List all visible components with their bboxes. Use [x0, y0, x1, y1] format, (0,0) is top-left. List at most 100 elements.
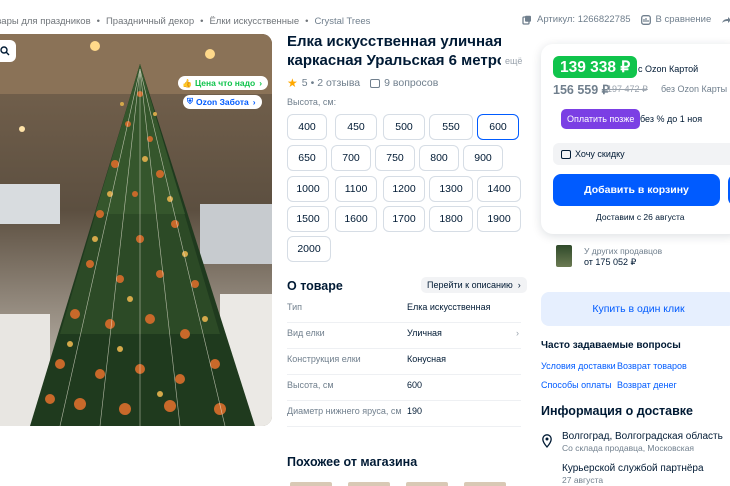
other-sellers-label: У других продавцов	[584, 246, 663, 256]
product-title-line1: Елка искусственная уличная	[287, 33, 501, 50]
height-label: Высота, см:	[287, 97, 337, 107]
spec-row[interactable]: Вид елки Уличная ›	[287, 323, 521, 349]
breadcrumb-link[interactable]: Ёлки искусственные	[209, 16, 299, 27]
height-option-1000[interactable]: 1000	[287, 176, 329, 202]
spec-row: Диаметр нижнего яруса, см 190	[287, 401, 521, 427]
spec-value: Елка искусственная	[407, 302, 491, 312]
height-option-1400[interactable]: 1400	[477, 176, 521, 202]
product-photo[interactable]: 👍 Цена что надо › ⛨ Ozon Забота ›	[0, 34, 272, 426]
price-old: 197 472 ₽	[607, 84, 648, 94]
similar-heading: Похожее от магазина	[287, 455, 418, 469]
zoom-button[interactable]	[0, 40, 16, 62]
height-option-2000[interactable]: 2000	[287, 236, 331, 262]
height-option-450[interactable]: 450	[335, 114, 377, 140]
delivery-city[interactable]: Волгоград, Волгоградская область	[562, 431, 723, 442]
similar-product-thumb[interactable]	[348, 482, 390, 486]
similar-product-thumb[interactable]	[464, 482, 506, 486]
spec-key: Вид елки	[287, 328, 325, 338]
compare-button[interactable]: В сравнение	[640, 14, 712, 25]
similar-product-thumb[interactable]	[406, 482, 448, 486]
badge-good-price[interactable]: 👍 Цена что надо ›	[178, 76, 269, 90]
height-option-1600[interactable]: 1600	[335, 206, 377, 232]
reviews-link[interactable]: 2 отзыва	[317, 77, 360, 89]
product-title-line2: каркасная Уральская 6 метров	[287, 52, 501, 69]
breadcrumb-link[interactable]: Праздничный декор	[106, 16, 194, 27]
breadcrumb-link[interactable]: Товары для праздников	[0, 16, 91, 27]
badge-ozon-care-label: Ozon Забота	[196, 97, 249, 107]
chat-icon	[561, 149, 571, 159]
height-option-1800[interactable]: 1800	[429, 206, 473, 232]
spec-row: Конструкция елки Конусная	[287, 349, 521, 375]
share-icon	[722, 16, 730, 23]
spec-value: 600	[407, 380, 423, 390]
faq-link-returns[interactable]: Возврат товаров	[617, 361, 687, 371]
chevron-right-icon: ›	[259, 78, 263, 88]
buy-one-click-button[interactable]: Купить в один клик	[541, 292, 730, 326]
pay-later-note: без % до 1 ноя	[640, 114, 703, 124]
height-option-750[interactable]: 750	[375, 145, 415, 171]
question-icon	[370, 78, 381, 88]
height-option-1200[interactable]: 1200	[383, 176, 425, 202]
article-number[interactable]: Артикул: 1266822785	[522, 14, 631, 25]
badge-ozon-care[interactable]: ⛨ Ozon Забота ›	[183, 95, 262, 109]
about-heading: О товаре	[287, 279, 343, 293]
spec-key: Высота, см	[287, 380, 334, 390]
height-option-1300[interactable]: 1300	[429, 176, 473, 202]
similar-product-thumb[interactable]	[290, 482, 332, 486]
pay-later-button[interactable]: Оплатить позже	[561, 109, 641, 129]
go-to-description-label: Перейти к описанию	[427, 280, 513, 290]
faq-heading: Часто задаваемые вопросы	[541, 340, 681, 351]
height-option-700[interactable]: 700	[331, 145, 371, 171]
breadcrumb-separator: •	[200, 15, 204, 27]
courier-date: 27 августа	[562, 475, 604, 485]
badge-good-price-label: Цена что надо	[194, 78, 256, 88]
height-option-900[interactable]: 900	[463, 145, 503, 171]
faq-link-delivery[interactable]: Условия доставки	[541, 361, 616, 371]
height-option-1500[interactable]: 1500	[287, 206, 329, 232]
compare-icon	[640, 14, 651, 25]
courier-label: Курьерской службой партнёра	[562, 463, 704, 474]
chevron-right-icon: ›	[516, 328, 519, 338]
spec-key: Тип	[287, 302, 303, 312]
spec-value: Уличная	[407, 328, 442, 338]
height-option-400[interactable]: 400	[287, 114, 327, 140]
rating-row: ★ 5 • 2 отзыва 9 вопросов	[287, 76, 438, 90]
height-option-650[interactable]: 650	[287, 145, 327, 171]
similar-products-strip	[290, 482, 522, 486]
height-option-500[interactable]: 500	[383, 114, 425, 140]
product-title: Елка искусственная уличная каркасная Ура…	[287, 32, 501, 70]
other-sellers[interactable]: У других продавцов от 175 052 ₽	[541, 240, 730, 274]
delivery-city-sub: Со склада продавца, Московская	[562, 443, 695, 453]
breadcrumb-separator: •	[96, 15, 100, 27]
christmas-tree-image	[0, 34, 272, 426]
delivery-date: Доставим с 26 августа	[596, 212, 685, 222]
height-option-1100[interactable]: 1100	[335, 176, 377, 202]
article-label: Артикул: 1266822785	[537, 14, 631, 25]
chevron-right-icon: ›	[517, 280, 521, 290]
title-more-link[interactable]: ещё	[505, 56, 522, 66]
share-button[interactable]: П	[721, 14, 730, 25]
other-sellers-price: от 175 052 ₽	[584, 257, 637, 267]
height-option-550[interactable]: 550	[429, 114, 473, 140]
search-icon	[0, 46, 10, 56]
spec-value: 190	[407, 406, 423, 416]
copy-icon	[522, 15, 531, 25]
compare-label: В сравнение	[655, 14, 712, 25]
faq-link-refund[interactable]: Возврат денег	[617, 380, 677, 390]
faq-link-payment[interactable]: Способы оплаты	[541, 380, 612, 390]
want-discount-button[interactable]: Хочу скидку	[553, 143, 730, 165]
spec-row: Высота, см 600	[287, 375, 521, 401]
want-discount-label: Хочу скидку	[575, 149, 625, 159]
spec-key: Конструкция елки	[287, 354, 361, 364]
height-option-1900[interactable]: 1900	[477, 206, 521, 232]
product-actions: Артикул: 1266822785 В сравнение П	[522, 14, 730, 25]
go-to-description-button[interactable]: Перейти к описанию ›	[421, 277, 527, 293]
breadcrumb-brand[interactable]: Crystal Trees	[314, 16, 370, 27]
height-option-600[interactable]: 600	[477, 114, 519, 140]
height-option-800[interactable]: 800	[419, 145, 459, 171]
questions-link[interactable]: 9 вопросов	[384, 77, 438, 89]
add-to-cart-button[interactable]: Добавить в корзину	[553, 174, 720, 206]
breadcrumb-separator: •	[305, 15, 309, 27]
rating-value: 5	[301, 77, 308, 89]
height-option-1700[interactable]: 1700	[383, 206, 425, 232]
